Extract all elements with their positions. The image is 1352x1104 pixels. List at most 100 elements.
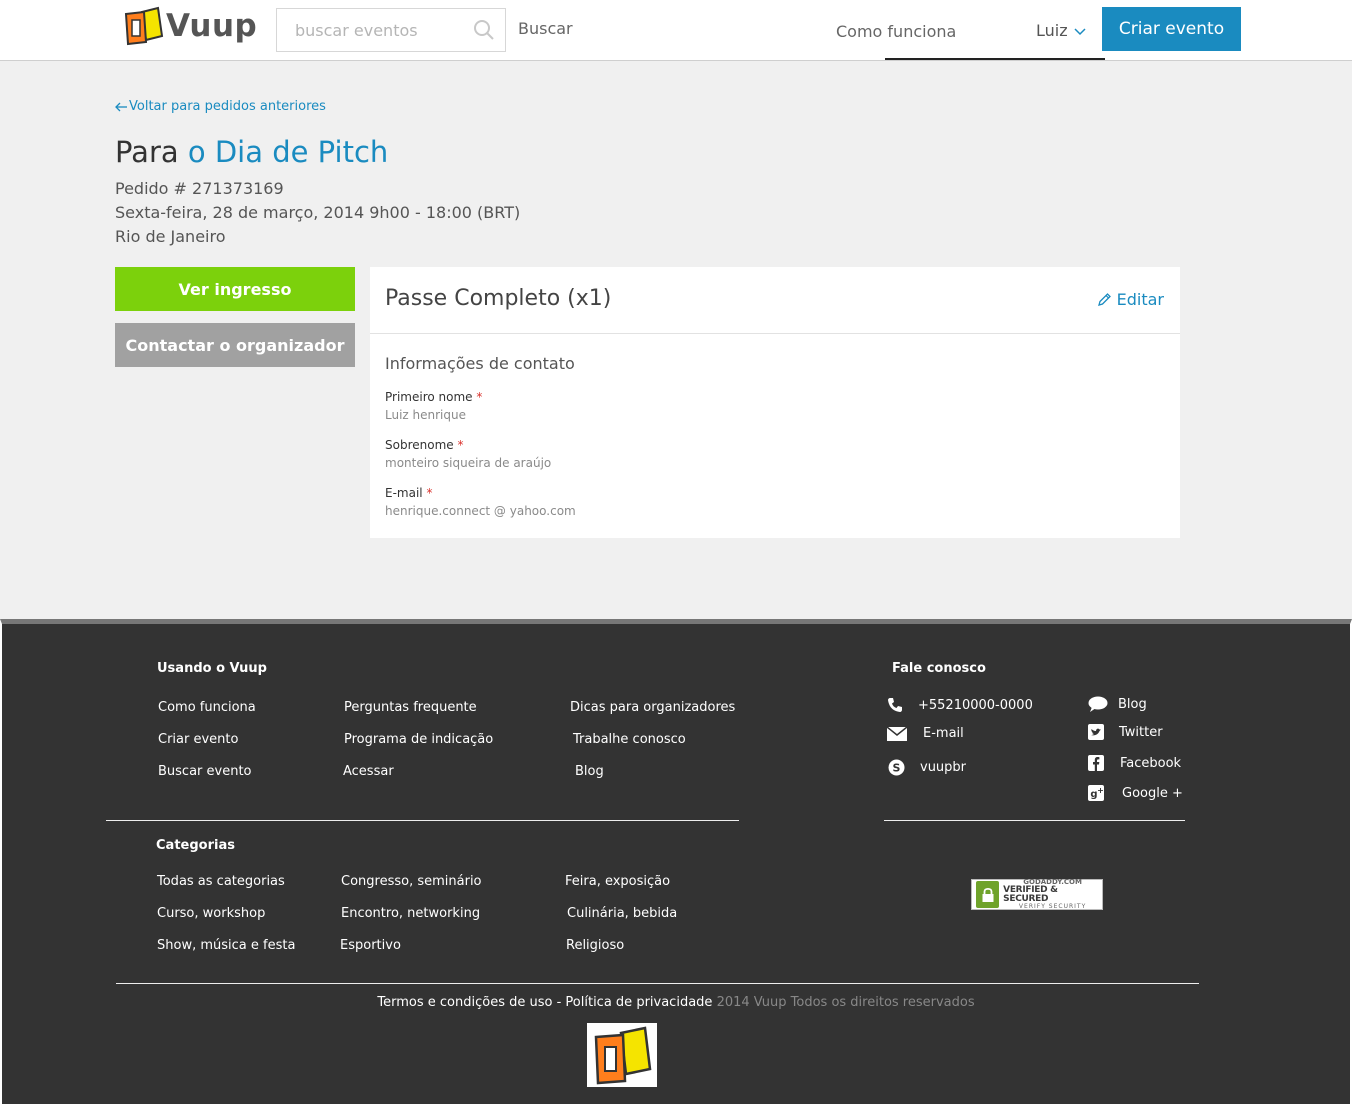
speech-bubble-icon	[1088, 696, 1108, 712]
category-link-fair[interactable]: Feira, exposição	[565, 874, 670, 889]
footer-link-search-event[interactable]: Buscar evento	[158, 764, 252, 779]
nav-how-it-works[interactable]: Como funciona	[836, 22, 956, 41]
categories-heading: Categorias	[156, 838, 235, 853]
email-label-text: E-mail	[385, 486, 423, 500]
ticket-logo-icon	[594, 1026, 652, 1085]
facebook-icon	[1088, 755, 1104, 771]
seal-line-3: VERIFY SECURITY	[1018, 903, 1087, 910]
social-blog[interactable]: Blog	[1088, 696, 1147, 712]
create-event-button[interactable]: Criar evento	[1102, 7, 1241, 51]
first-name-label-text: Primeiro nome	[385, 390, 473, 404]
footer-link-careers[interactable]: Trabalhe conosco	[573, 732, 686, 747]
twitter-icon	[1088, 724, 1104, 740]
category-link-culinary[interactable]: Culinária, bebida	[567, 906, 677, 921]
top-header: Vuup Buscar Como funciona Luiz Criar eve…	[0, 0, 1352, 61]
skype-icon: S	[888, 759, 905, 776]
contact-skype[interactable]: S vuupbr	[888, 759, 966, 776]
email-label: E-mail *	[385, 486, 432, 500]
edit-label: Editar	[1116, 290, 1164, 309]
ticket-logo-icon	[124, 6, 164, 46]
footer-link-blog[interactable]: Blog	[575, 764, 604, 779]
contact-organizer-button[interactable]: Contactar o organizador	[115, 323, 355, 367]
ticket-card: Passe Completo (x1) Editar Informações d…	[370, 267, 1180, 538]
order-number: Pedido # 271373169	[115, 179, 284, 198]
search-input[interactable]	[277, 9, 467, 51]
title-prefix: Para	[115, 135, 179, 169]
privacy-link[interactable]: Política de privacidade	[565, 995, 712, 1010]
category-link-congress[interactable]: Congresso, seminário	[341, 874, 482, 889]
arrow-left-icon	[115, 102, 127, 111]
seal-line-2: VERIFIED & SECURED	[1003, 885, 1058, 904]
required-mark: *	[457, 438, 464, 452]
social-twitter[interactable]: Twitter	[1088, 724, 1163, 740]
category-link-course[interactable]: Curso, workshop	[157, 906, 265, 921]
social-google-plus-label: Google +	[1122, 785, 1183, 801]
social-blog-label: Blog	[1118, 696, 1147, 712]
using-vuup-heading: Usando o Vuup	[157, 661, 267, 676]
divider	[884, 820, 1185, 821]
footer-link-referral[interactable]: Programa de indicação	[344, 732, 493, 747]
search-icon[interactable]	[473, 19, 495, 41]
edit-button[interactable]: Editar	[1097, 290, 1164, 309]
envelope-icon	[887, 726, 907, 741]
footer-link-login[interactable]: Acessar	[343, 764, 394, 779]
contact-phone[interactable]: +55210000-0000	[887, 697, 1033, 713]
svg-text:S: S	[893, 762, 901, 775]
phone-icon	[888, 698, 902, 712]
chevron-down-icon	[1074, 27, 1086, 35]
footer: Usando o Vuup Como funciona Perguntas fr…	[0, 619, 1352, 1104]
required-mark: *	[426, 486, 433, 500]
first-name-value: Luiz henrique	[385, 408, 466, 422]
vuup-logo[interactable]: Vuup	[122, 4, 262, 48]
footer-link-how-it-works[interactable]: Como funciona	[158, 700, 256, 715]
back-link-label: Voltar para pedidos anteriores	[129, 99, 326, 114]
footer-logo[interactable]	[587, 1023, 657, 1087]
godaddy-security-seal[interactable]: GODADDY.COM VERIFIED & SECURED VERIFY SE…	[971, 879, 1103, 910]
ticket-title: Passe Completo (x1)	[385, 286, 612, 311]
lock-icon	[976, 881, 1000, 908]
category-link-show[interactable]: Show, música e festa	[157, 938, 295, 953]
social-facebook[interactable]: Facebook	[1088, 755, 1181, 771]
brand-name: Vuup	[166, 8, 258, 44]
category-link-religious[interactable]: Religioso	[566, 938, 624, 953]
contact-info-title: Informações de contato	[385, 354, 575, 373]
user-name: Luiz	[1036, 21, 1068, 40]
pencil-icon	[1097, 293, 1111, 306]
category-link-all[interactable]: Todas as categorias	[157, 874, 285, 889]
google-plus-icon: g +	[1088, 785, 1104, 801]
event-name-link[interactable]: o Dia de Pitch	[188, 135, 388, 169]
footer-link-faq[interactable]: Perguntas frequente	[344, 700, 477, 715]
page-title: Para o Dia de Pitch	[115, 135, 388, 169]
user-menu[interactable]: Luiz	[1036, 21, 1086, 40]
divider	[116, 983, 1199, 984]
social-facebook-label: Facebook	[1120, 755, 1182, 771]
contact-us-heading: Fale conosco	[892, 661, 986, 676]
email-value: henrique.connect @ yahoo.com	[385, 504, 576, 518]
category-link-networking[interactable]: Encontro, networking	[341, 906, 480, 921]
back-link[interactable]: Voltar para pedidos anteriores	[115, 99, 326, 114]
required-mark: *	[476, 390, 483, 404]
social-google-plus[interactable]: g + Google +	[1088, 785, 1183, 801]
terms-link[interactable]: Termos e condições de uso	[377, 995, 552, 1010]
skype-handle: vuupbr	[920, 760, 967, 775]
contact-email[interactable]: E-mail	[887, 726, 964, 741]
view-ticket-button[interactable]: Ver ingresso	[115, 267, 355, 311]
footer-link-organizer-tips[interactable]: Dicas para organizadores	[570, 700, 735, 715]
legal-line: Termos e condições de uso - Política de …	[2, 995, 1350, 1010]
event-city: Rio de Janeiro	[115, 227, 226, 246]
last-name-value: monteiro siqueira de araújo	[385, 456, 552, 470]
nav-underline	[885, 58, 1105, 60]
last-name-label: Sobrenome *	[385, 438, 463, 452]
social-twitter-label: Twitter	[1119, 724, 1163, 740]
last-name-label-text: Sobrenome	[385, 438, 454, 452]
search-box	[276, 8, 506, 52]
search-button[interactable]: Buscar	[518, 19, 573, 38]
divider	[106, 820, 739, 821]
category-link-sports[interactable]: Esportivo	[340, 938, 401, 953]
seal-text: GODADDY.COM VERIFIED & SECURED VERIFY SE…	[1003, 879, 1102, 910]
footer-link-create-event[interactable]: Criar evento	[158, 732, 238, 747]
svg-text:+: +	[1097, 786, 1104, 795]
copyright: 2014 Vuup Todos os direitos reservados	[716, 995, 975, 1010]
phone-number: +55210000-0000	[918, 697, 1033, 713]
ticket-card-header: Passe Completo (x1) Editar	[370, 267, 1180, 334]
